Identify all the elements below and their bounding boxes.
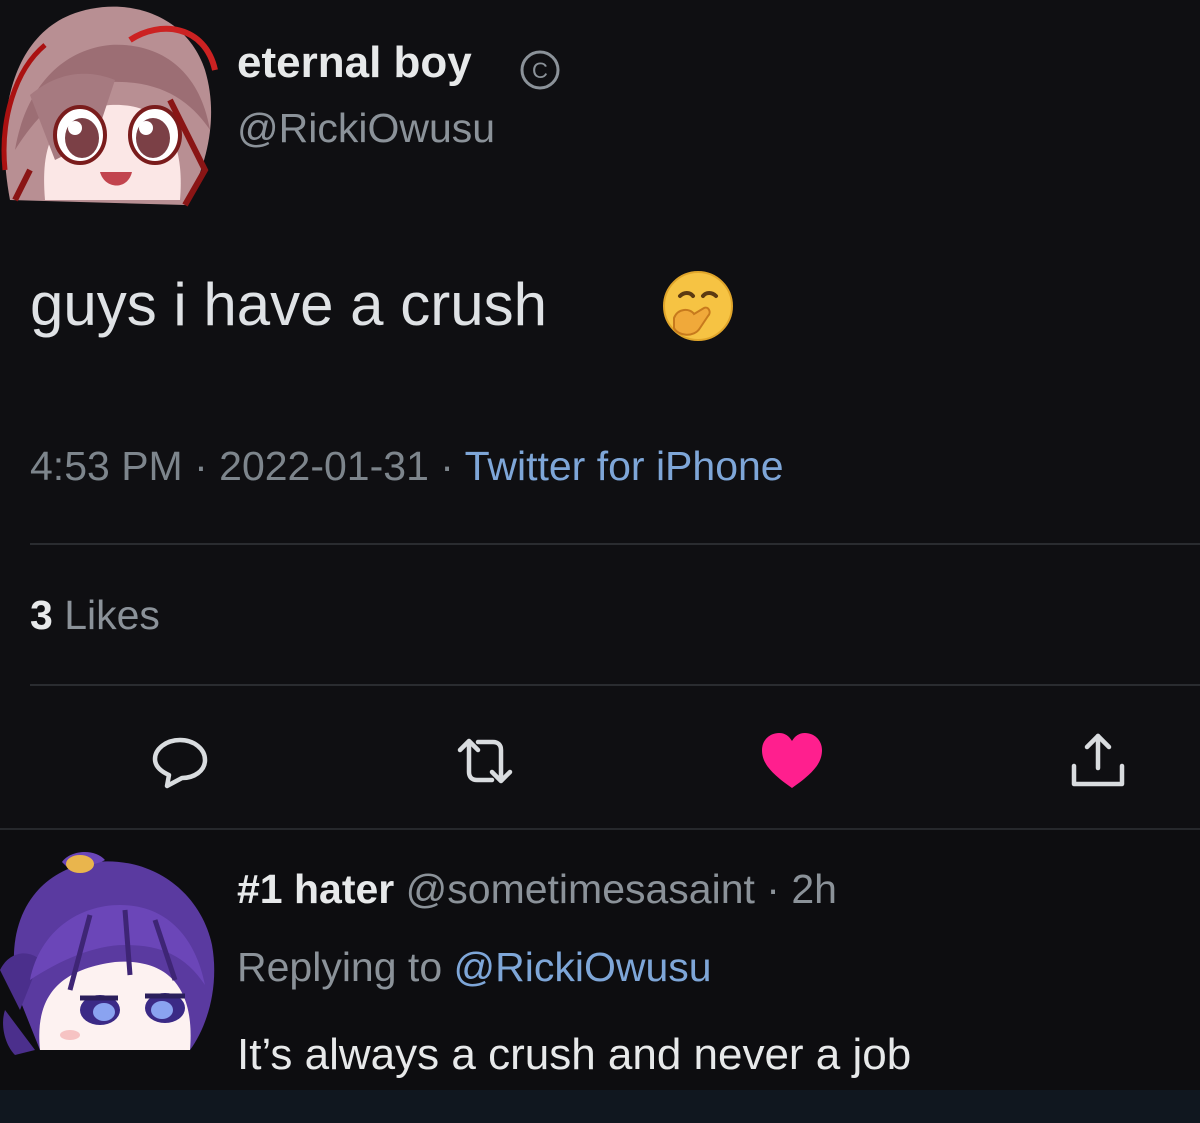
tweet-text: guys i have a crush: [30, 271, 547, 338]
like-button[interactable]: [757, 728, 827, 798]
replying-prefix: Replying to: [237, 944, 454, 990]
tweet-time[interactable]: 4:53 PM: [30, 443, 183, 489]
likes-stat[interactable]: 3 Likes: [30, 592, 160, 639]
svg-text:C: C: [532, 58, 548, 83]
heart-icon: [759, 730, 825, 797]
replying-to: Replying to @RickiOwusu: [237, 944, 712, 991]
tweet-date[interactable]: 2022-01-31: [219, 443, 429, 489]
retweet-button[interactable]: [450, 728, 520, 798]
tweet-meta: 4:53 PM · 2022-01-31 · Twitter for iPhon…: [30, 443, 784, 490]
reply-handle[interactable]: @sometimesasaint: [394, 866, 755, 912]
reply-bubble-icon: [147, 728, 213, 799]
divider: [0, 828, 1200, 830]
reply-time[interactable]: 2h: [791, 866, 837, 912]
separator: ·: [754, 866, 792, 912]
divider: [30, 684, 1200, 686]
reply-header: #1 hater @sometimesasaint · 2h: [237, 866, 837, 913]
retweet-icon: [450, 728, 520, 799]
replying-mention[interactable]: @RickiOwusu: [454, 944, 712, 990]
likes-label: Likes: [52, 592, 160, 638]
reply-button[interactable]: [145, 728, 215, 798]
author-handle[interactable]: @RickiOwusu: [237, 105, 495, 152]
separator: ·: [182, 443, 220, 489]
tweet-card: eternal boy C @RickiOwusu guys i have a …: [0, 0, 1200, 830]
share-icon: [1065, 728, 1131, 799]
reply-text: It’s always a crush and never a job: [237, 1030, 912, 1079]
tweet-source[interactable]: Twitter for iPhone: [465, 443, 784, 489]
author-display-name[interactable]: eternal boy: [237, 38, 472, 88]
copyright-circle-icon: C: [518, 42, 574, 98]
separator: ·: [428, 443, 465, 489]
bottom-bar: [0, 1090, 1200, 1123]
share-button[interactable]: [1063, 728, 1133, 798]
reply-display-name[interactable]: #1 hater: [237, 866, 394, 912]
divider: [30, 543, 1200, 545]
face-with-hand-over-mouth-icon: [660, 268, 738, 346]
reply-author-avatar[interactable]: [0, 850, 232, 1060]
author-avatar[interactable]: [0, 0, 230, 215]
likes-count: 3: [30, 592, 53, 638]
